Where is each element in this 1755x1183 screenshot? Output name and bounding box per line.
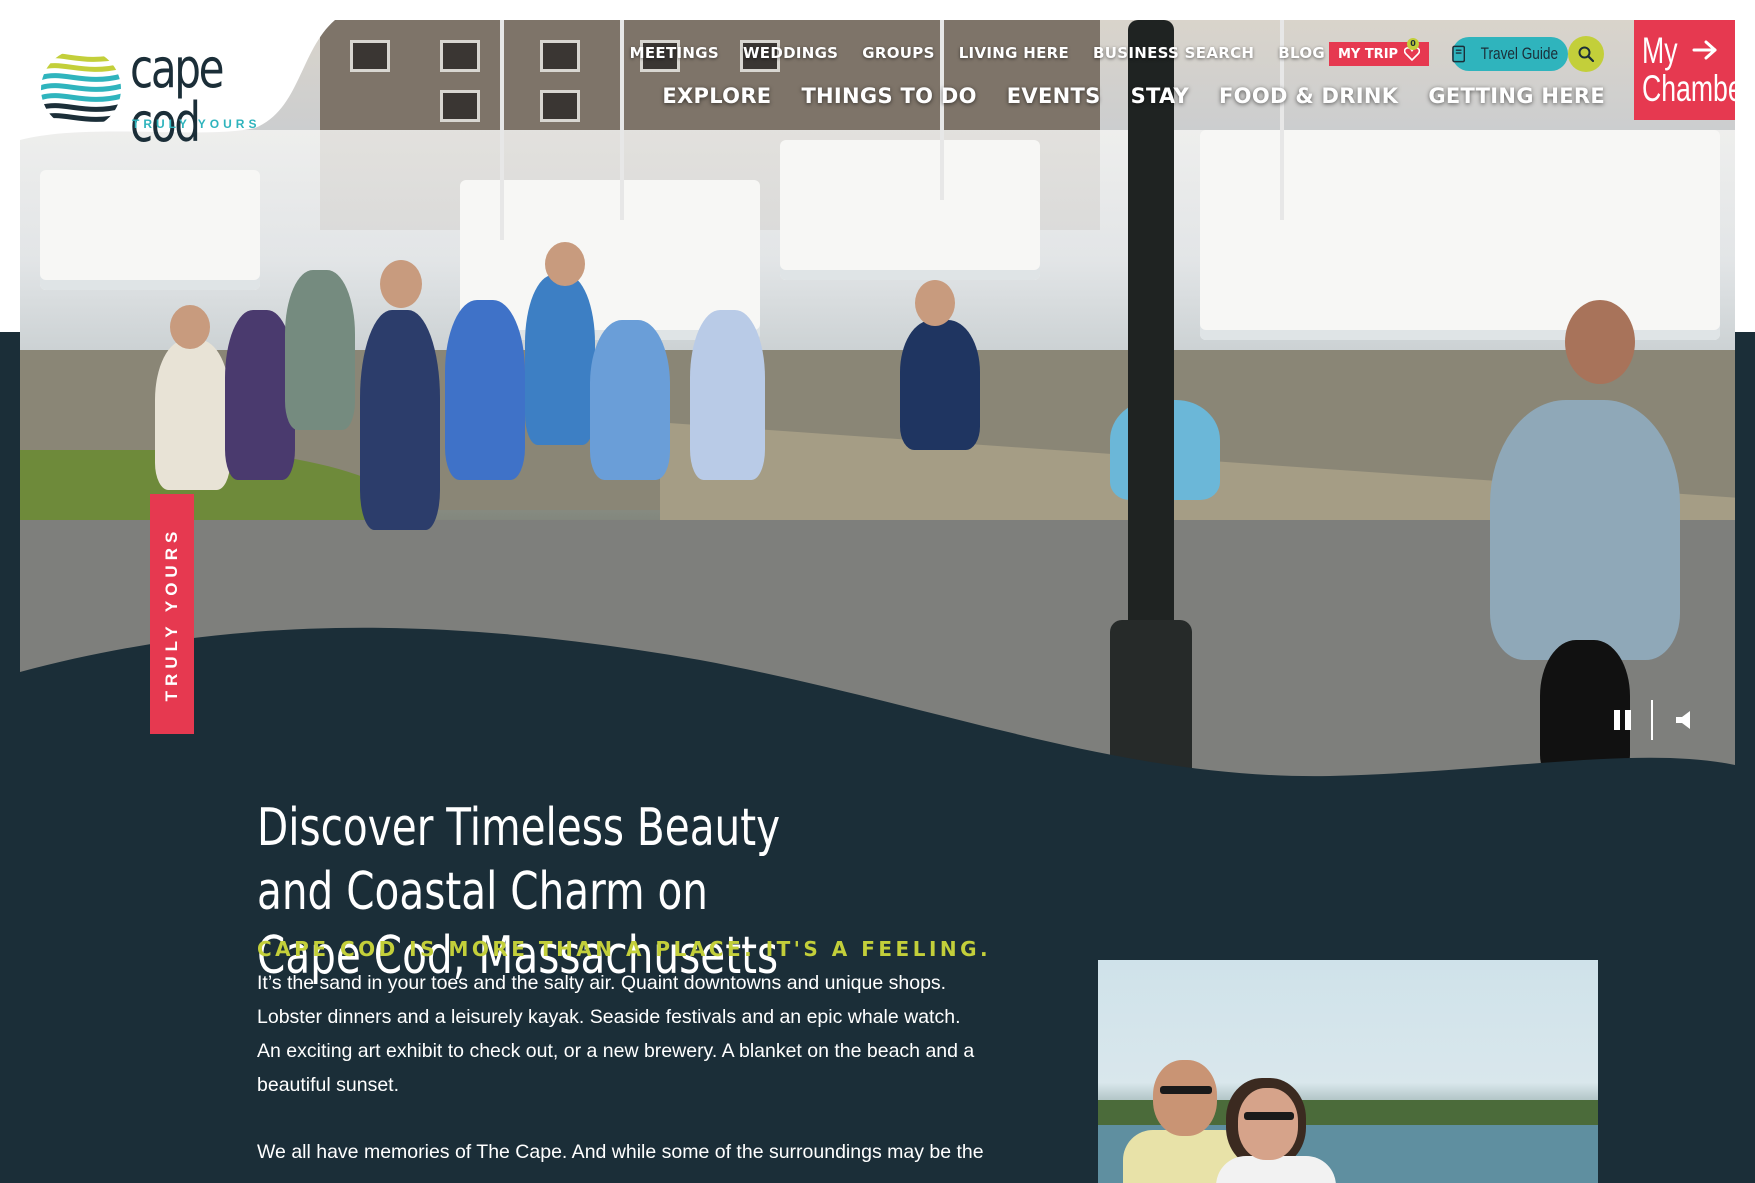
my-trip-button[interactable]: MY TRIP 0 — [1329, 38, 1429, 66]
nav-stay[interactable]: STAY — [1131, 84, 1189, 108]
book-icon — [1452, 45, 1466, 63]
logo-wordmark: cape cod — [130, 37, 225, 154]
section-tagline: CAPE COD IS MORE THAN A PLACE. IT'S A FE… — [257, 937, 992, 961]
truly-yours-badge: TRULY YOURS — [150, 494, 194, 734]
intro-paragraph: It’s the sand in your toes and the salty… — [257, 972, 975, 1096]
my-trip-count: 0 — [1407, 38, 1419, 50]
nav-food-drink[interactable]: FOOD & DRINK — [1219, 84, 1398, 108]
photo-man-head — [1153, 1060, 1217, 1136]
nav-groups[interactable]: GROUPS — [862, 44, 934, 62]
couple-photo — [1098, 960, 1598, 1183]
nav-things-to-do[interactable]: THINGS TO DO — [801, 84, 976, 108]
search-button[interactable] — [1568, 36, 1604, 72]
speaker-icon — [1676, 711, 1690, 729]
my-chamber-line1: My — [1642, 30, 1678, 71]
memories-paragraph: We all have memories of The Cape. And wh… — [257, 1141, 984, 1163]
photo-woman-head — [1238, 1088, 1298, 1160]
nav-explore[interactable]: EXPLORE — [662, 84, 771, 108]
travel-guide-button[interactable]: Travel Guide — [1452, 37, 1568, 71]
nav-living-here[interactable]: LIVING HERE — [959, 44, 1069, 62]
mute-button[interactable] — [1674, 709, 1698, 731]
photo-woman-body — [1216, 1156, 1336, 1183]
pause-button[interactable] — [1614, 710, 1632, 730]
nav-business-search[interactable]: BUSINESS SEARCH — [1093, 44, 1254, 62]
main-nav: EXPLORE THINGS TO DO EVENTS STAY FOOD & … — [662, 84, 1605, 108]
nav-getting-here[interactable]: GETTING HERE — [1428, 84, 1605, 108]
truly-yours-label: TRULY YOURS — [162, 526, 181, 702]
video-controls — [1596, 700, 1706, 740]
arrow-right-icon — [1692, 40, 1717, 60]
logo-mark-icon — [41, 53, 121, 122]
travel-guide-label: Travel Guide — [1480, 44, 1559, 63]
search-icon — [1578, 46, 1594, 62]
nav-blog[interactable]: BLOG — [1278, 44, 1325, 62]
video-controls-divider — [1651, 700, 1653, 740]
nav-events[interactable]: EVENTS — [1007, 84, 1101, 108]
photo-sunglasses — [1244, 1112, 1294, 1120]
brand-logo[interactable]: cape cod TRULY YOURS — [20, 20, 340, 150]
nav-weddings[interactable]: WEDDINGS — [743, 44, 838, 62]
my-trip-label: MY TRIP — [1337, 46, 1399, 62]
utility-nav: MEETINGS WEDDINGS GROUPS LIVING HERE BUS… — [630, 44, 1325, 62]
nav-meetings[interactable]: MEETINGS — [630, 44, 719, 62]
photo-sunglasses — [1160, 1086, 1212, 1094]
my-chamber-line2: Chamber — [1642, 68, 1752, 109]
my-chamber-button[interactable]: My Chamber — [1634, 20, 1752, 120]
logo-tagline: TRULY YOURS — [132, 117, 261, 131]
